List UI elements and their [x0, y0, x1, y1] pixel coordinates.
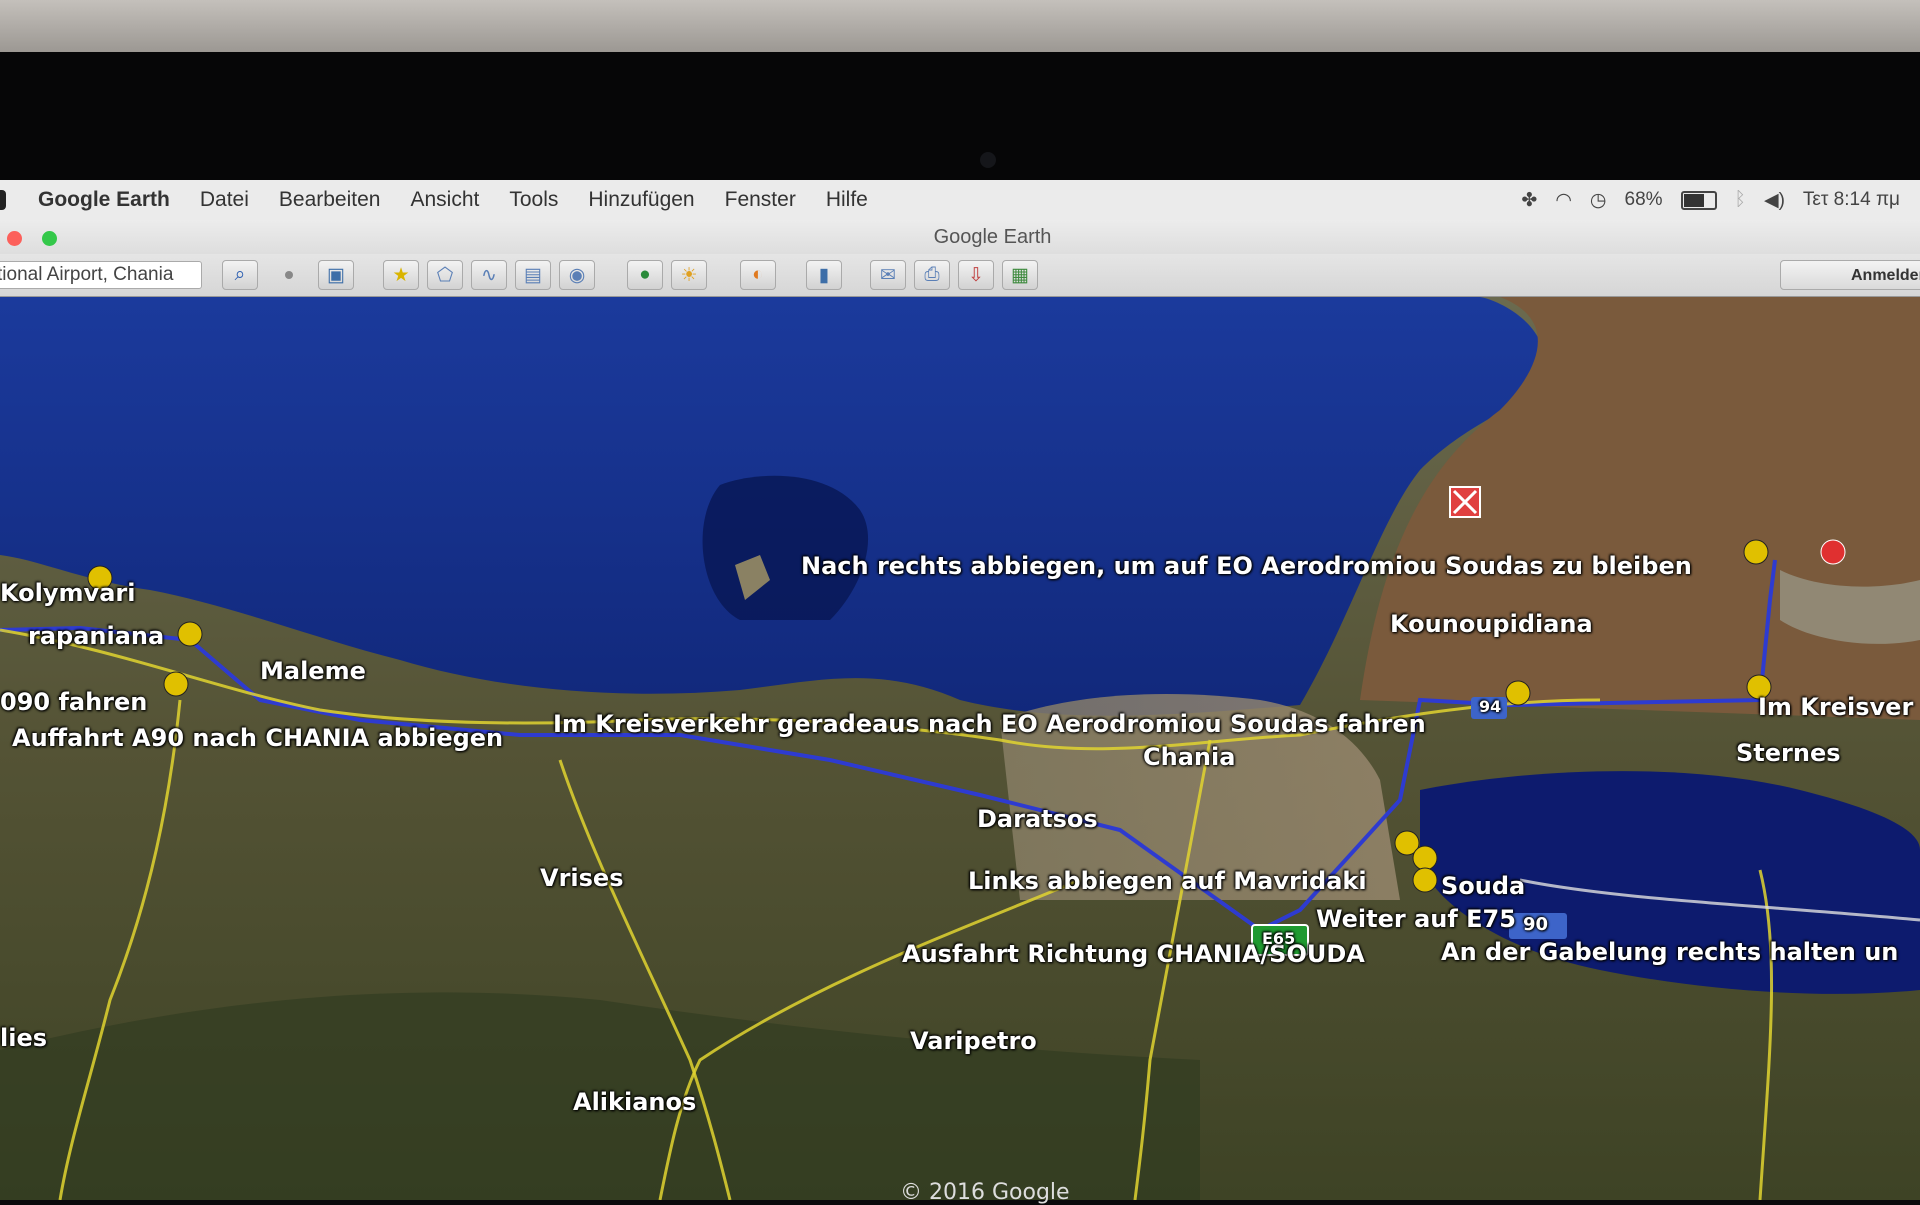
place-label[interactable]: Souda [1441, 872, 1525, 900]
place-label[interactable]: rapaniana [28, 622, 164, 650]
menu-fenster[interactable]: Fenster [725, 188, 796, 212]
toolbar: tional Airport, Chania ⌕ ▣ ★ ⬠ ∿ ▤ ◉ ● ☀… [0, 254, 1920, 297]
time-machine-icon[interactable]: ◷ [1590, 189, 1607, 212]
menu-app-name[interactable]: Google Earth [38, 188, 170, 212]
menu-hilfe[interactable]: Hilfe [826, 188, 868, 212]
menu-ansicht[interactable]: Ansicht [410, 188, 479, 212]
place-label[interactable]: Sternes [1736, 739, 1841, 767]
road-shield: 94 [1479, 697, 1502, 716]
overlay-icon[interactable]: ▤ [515, 260, 551, 290]
view-in-maps-icon[interactable]: ▦ [1002, 260, 1038, 290]
sidebar-toggle-icon[interactable]: ▣ [318, 260, 354, 290]
tour-icon[interactable]: ◉ [559, 260, 595, 290]
place-label[interactable]: Chania [1143, 743, 1235, 771]
place-label[interactable]: Maleme [260, 657, 366, 685]
desk-background [0, 0, 1920, 52]
place-label[interactable]: Vrises [540, 864, 623, 892]
menu-datei[interactable]: Datei [200, 188, 249, 212]
email-icon[interactable]: ✉ [870, 260, 906, 290]
menu-bearbeiten[interactable]: Bearbeiten [279, 188, 381, 212]
direction-label[interactable]: 090 fahren [0, 688, 147, 716]
road-shield: E65 [1262, 929, 1296, 948]
menu-hinzufuegen[interactable]: Hinzufügen [588, 188, 694, 212]
sign-in-button[interactable]: Anmelden [1780, 260, 1920, 290]
place-label[interactable]: Daratsos [977, 805, 1098, 833]
wifi-icon[interactable]: ◠ [1555, 189, 1572, 212]
direction-label[interactable]: Weiter auf E75 [1316, 905, 1516, 933]
search-input[interactable]: tional Airport, Chania [0, 261, 202, 289]
direction-label[interactable]: An der Gabelung rechts halten un [1441, 938, 1898, 966]
polygon-icon[interactable]: ⬠ [427, 260, 463, 290]
place-label[interactable]: Alikianos [573, 1088, 696, 1116]
direction-label[interactable]: Im Kreisverkehr geradeaus nach EO Aerodr… [553, 710, 1426, 738]
print-icon[interactable]: ⎙ [914, 260, 950, 290]
toolbar-dot-icon [285, 271, 293, 279]
apple-icon[interactable] [0, 190, 6, 210]
direction-label[interactable]: Auffahrt A90 nach CHANIA abbiegen [12, 724, 503, 752]
dropbox-icon[interactable]: ✤ [1521, 189, 1537, 212]
ruler-icon[interactable]: ▮ [806, 260, 842, 290]
bluetooth-icon[interactable]: ᛒ [1735, 189, 1746, 211]
place-label[interactable]: Kolymvari [0, 579, 135, 607]
status-area: ✤ ◠ ◷ 68% ᛒ ◀) Τετ 8:14 πμ [1521, 180, 1920, 220]
save-image-icon[interactable]: ⇩ [958, 260, 994, 290]
direction-label[interactable]: Im Kreisver [1758, 693, 1913, 721]
volume-icon[interactable]: ◀) [1764, 189, 1785, 212]
history-globe-icon[interactable]: ● [627, 260, 663, 290]
screen-bezel [0, 52, 1920, 180]
search-icon[interactable]: ⌕ [222, 260, 258, 290]
direction-label[interactable]: Nach rechts abbiegen, um auf EO Aerodrom… [801, 552, 1692, 580]
clock[interactable]: Τετ 8:14 πμ [1803, 189, 1900, 211]
window-titlebar: Google Earth [0, 220, 1920, 254]
battery-icon[interactable] [1680, 190, 1717, 210]
sunlight-icon[interactable]: ☀ [671, 260, 707, 290]
map-copyright: © 2016 Google [900, 1180, 1070, 1205]
placemark-icon[interactable]: ★ [383, 260, 419, 290]
planets-icon[interactable]: ◐ [740, 260, 776, 290]
place-label[interactable]: lies [0, 1024, 47, 1052]
battery-percent: 68% [1624, 189, 1663, 210]
road-shield: 90 [1523, 914, 1549, 935]
place-label[interactable]: Kounoupidiana [1390, 610, 1593, 638]
path-icon[interactable]: ∿ [471, 260, 507, 290]
menu-bar: Google Earth Datei Bearbeiten Ansicht To… [0, 180, 1920, 220]
camera [980, 152, 996, 168]
menu-tools[interactable]: Tools [509, 188, 558, 212]
direction-label[interactable]: Links abbiegen auf Mavridaki [968, 867, 1367, 895]
place-label[interactable]: Varipetro [910, 1027, 1037, 1055]
direction-label[interactable]: Ausfahrt Richtung CHANIA/SOUDA [902, 940, 1365, 968]
window-title: Google Earth [933, 226, 1052, 248]
map-view[interactable]: Nach rechts abbiegen, um auf EO Aerodrom… [0, 297, 1920, 1200]
